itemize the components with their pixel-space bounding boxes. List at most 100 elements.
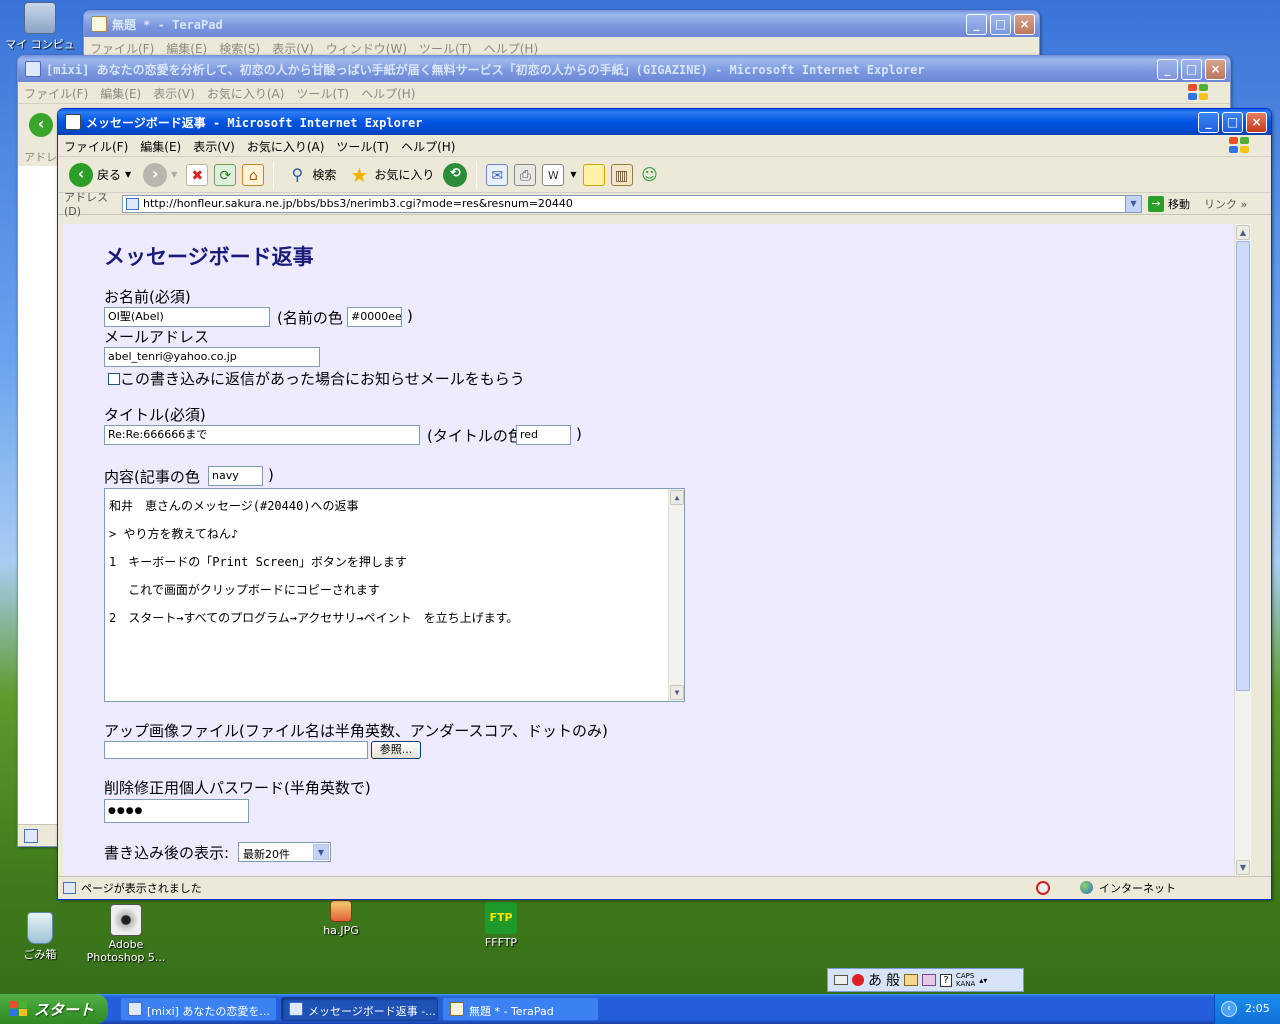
desktop-icon-ha-jpg[interactable]: ha.JPG xyxy=(301,900,381,937)
ime-pad-icon[interactable] xyxy=(852,974,864,986)
scroll-thumb[interactable] xyxy=(1236,241,1250,691)
search-button[interactable]: ⚲ 検索 xyxy=(283,161,339,189)
title-field[interactable]: Re:Re:666666まで xyxy=(104,425,420,445)
scroll-down-icon[interactable]: ▼ xyxy=(1236,860,1250,875)
terapad-menu-item[interactable]: ヘルプ(H) xyxy=(484,42,538,56)
help-icon[interactable]: ? xyxy=(940,973,952,987)
scroll-up-icon[interactable]: ▲ xyxy=(670,490,684,505)
minimize-button[interactable]: _ xyxy=(1198,112,1219,133)
maximize-button[interactable]: □ xyxy=(1181,59,1202,80)
ie-menu-item[interactable]: 表示(V) xyxy=(193,140,235,154)
upload-file-field[interactable] xyxy=(104,741,368,759)
ime-conversion[interactable]: 般 xyxy=(886,970,900,990)
notify-checkbox[interactable] xyxy=(108,373,120,385)
terapad-menu-item[interactable]: 表示(V) xyxy=(272,42,314,56)
privacy-icon xyxy=(1036,880,1050,895)
tray-expand-icon[interactable]: ‹ xyxy=(1221,1001,1237,1017)
mixi-menu-item[interactable]: 表示(V) xyxy=(153,87,195,101)
back-button[interactable]: ‹ 戻る ▼ xyxy=(66,161,134,189)
ie-menubar: ファイル(F) 編集(E) 表示(V) お気に入り(A) ツール(T) ヘルプ(H) xyxy=(58,135,1271,157)
terapad-menu-item[interactable]: 編集(E) xyxy=(166,42,207,56)
name-field[interactable]: OI聖(Abel) xyxy=(104,307,270,327)
ie-menu-item[interactable]: 編集(E) xyxy=(140,140,181,154)
scroll-up-icon[interactable]: ▲ xyxy=(1236,225,1250,240)
edit-icon[interactable]: W xyxy=(542,163,565,186)
close-button[interactable]: × xyxy=(1205,59,1226,80)
keyboard-icon[interactable] xyxy=(834,975,848,985)
content-color-field[interactable]: navy xyxy=(208,466,263,486)
scroll-down-icon[interactable]: ▼ xyxy=(670,685,684,700)
desktop-icon-recycle-bin[interactable]: ごみ箱 xyxy=(0,912,80,962)
select-dropdown-icon[interactable]: ▼ xyxy=(313,844,329,860)
messenger-icon[interactable]: ☺ xyxy=(639,164,661,186)
back-dropdown-icon[interactable]: ▼ xyxy=(125,170,131,179)
task-mixi[interactable]: [mixi] あなたの恋愛を... xyxy=(120,997,277,1021)
terapad-menu-item[interactable]: ファイル(F) xyxy=(90,42,154,56)
close-button[interactable]: × xyxy=(1014,14,1035,35)
task-terapad[interactable]: 無題 * - TeraPad xyxy=(442,997,599,1021)
maximize-button[interactable]: □ xyxy=(990,14,1011,35)
after-post-select[interactable]: 最新20件 ▼ xyxy=(238,842,331,862)
address-dropdown-button[interactable]: ▼ xyxy=(1125,195,1141,212)
terapad-menu-item[interactable]: ウィンドウ(W) xyxy=(326,42,407,56)
task-message-board[interactable]: メッセージボード返事 -... xyxy=(281,997,438,1021)
mixi-menu-item[interactable]: お気に入り(A) xyxy=(207,87,285,101)
refresh-icon[interactable]: ⟳ xyxy=(214,163,237,186)
note-icon[interactable] xyxy=(582,163,605,186)
ime-mode[interactable]: あ xyxy=(868,970,882,990)
email-field[interactable]: abel_tenri@yahoo.co.jp xyxy=(104,347,320,367)
ime-options-icon[interactable]: ▴▾ xyxy=(979,976,987,985)
dictionary-icon[interactable] xyxy=(904,974,918,986)
go-button[interactable]: → 移動 xyxy=(1148,195,1190,212)
ie-menu-item[interactable]: お気に入り(A) xyxy=(247,140,325,154)
maximize-button[interactable]: □ xyxy=(1222,112,1243,133)
ime-toolbar[interactable]: あ 般 ? CAPS KANA ▴▾ xyxy=(827,968,1024,992)
print-icon[interactable]: ⎙ xyxy=(514,163,537,186)
terapad-menu-item[interactable]: ツール(T) xyxy=(419,42,472,56)
mail-icon[interactable]: ✉ xyxy=(486,163,509,186)
mixi-menu-item[interactable]: 編集(E) xyxy=(100,87,141,101)
history-icon[interactable]: ⟲ xyxy=(443,162,468,187)
page-scrollbar[interactable]: ▲ ▼ xyxy=(1234,224,1251,876)
textarea-scrollbar[interactable]: ▲ ▼ xyxy=(668,489,684,701)
stop-icon[interactable]: ✖ xyxy=(186,163,209,186)
mixi-menu-item[interactable]: ツール(T) xyxy=(296,87,349,101)
terapad-titlebar[interactable]: 無題 * - TeraPad _ □ × xyxy=(84,11,1039,37)
mixi-menu-item[interactable]: ファイル(F) xyxy=(24,87,88,101)
address-input[interactable]: http://honfleur.sakura.ne.jp/bbs/bbs3/ne… xyxy=(122,194,1142,213)
notify-option[interactable]: この書き込みに返信があった場合にお知らせメールをもらう xyxy=(108,368,525,389)
desktop-icon-ffftp[interactable]: FTP FFFTP xyxy=(461,902,541,949)
mixi-title: [mixi] あなたの恋愛を分析して、初恋の人から甘酸っぱい手紙が届く無料サービ… xyxy=(46,63,925,77)
name-color-field[interactable]: #0000ee xyxy=(347,307,402,327)
start-button[interactable]: スタート xyxy=(0,994,108,1024)
favorites-button[interactable]: ★ お気に入り xyxy=(345,161,437,189)
clock[interactable]: 2:05 xyxy=(1245,1002,1270,1015)
minimize-button[interactable]: _ xyxy=(1157,59,1178,80)
forward-dropdown-icon[interactable]: ▼ xyxy=(171,170,177,179)
research-icon[interactable]: ▥ xyxy=(610,163,633,186)
edit-dropdown-icon[interactable]: ▼ xyxy=(570,170,576,179)
mixi-menu-item[interactable]: ヘルプ(H) xyxy=(361,87,415,101)
ie-menu-item[interactable]: ツール(T) xyxy=(336,140,389,154)
ie-window[interactable]: メッセージボード返事 - Microsoft Internet Explorer… xyxy=(57,108,1272,900)
ie-titlebar[interactable]: メッセージボード返事 - Microsoft Internet Explorer… xyxy=(58,109,1271,135)
tools-icon[interactable] xyxy=(922,974,936,986)
kana-label: KANA xyxy=(956,980,976,988)
forward-button[interactable]: › ▼ xyxy=(140,161,180,189)
browse-button[interactable]: 参照... xyxy=(371,741,421,759)
message-line: これで画面がクリップボードにコピーされます xyxy=(109,583,380,597)
minimize-button[interactable]: _ xyxy=(966,14,987,35)
mixi-back-button[interactable]: ‹ xyxy=(29,113,53,137)
title-color-field[interactable]: red xyxy=(516,425,571,445)
home-icon[interactable]: ⌂ xyxy=(242,163,265,186)
terapad-menu-item[interactable]: 検索(S) xyxy=(219,42,260,56)
links-button[interactable]: リンク » xyxy=(1204,196,1247,212)
desktop-icon-photoshop[interactable]: Adobe Photoshop 5... xyxy=(86,904,166,964)
close-button[interactable]: × xyxy=(1246,112,1267,133)
ie-menu-item[interactable]: ヘルプ(H) xyxy=(401,140,455,154)
message-textarea[interactable]: 和井 恵さんのメッセージ(#20440)への返事 > やり方を教えてねん♪ 1 キー… xyxy=(104,488,685,702)
mixi-titlebar[interactable]: [mixi] あなたの恋愛を分析して、初恋の人から甘酸っぱい手紙が届く無料サービ… xyxy=(18,56,1230,82)
ie-menu-item[interactable]: ファイル(F) xyxy=(64,140,128,154)
ha-jpg-label: ha.JPG xyxy=(323,924,359,937)
password-field[interactable]: ●●●● xyxy=(104,799,249,823)
